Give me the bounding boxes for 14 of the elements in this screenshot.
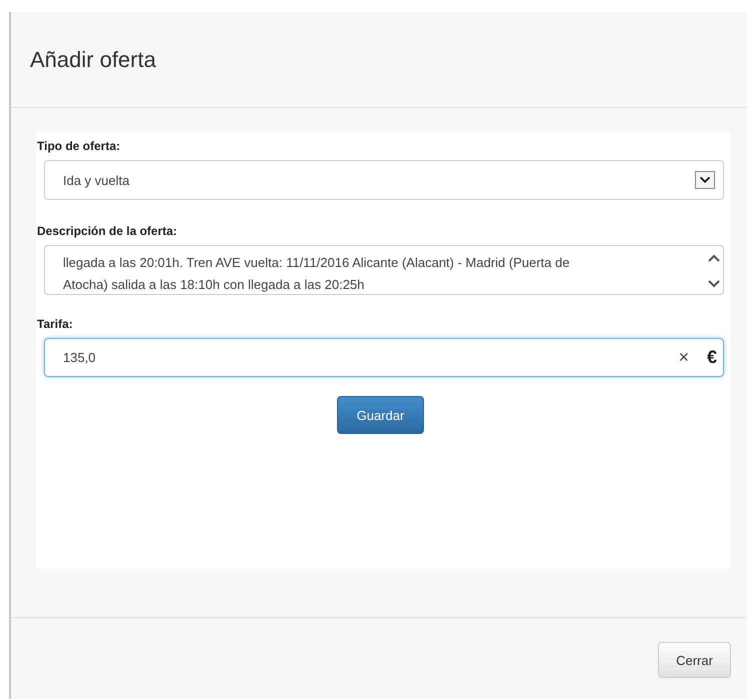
offer-type-select[interactable]: Ida y vuelta	[44, 160, 724, 200]
clear-button[interactable]: ×	[678, 347, 689, 368]
field-label: Tipo de oferta:	[37, 139, 122, 153]
field-label: Descripción de la oferta:	[37, 224, 178, 238]
description-field[interactable]: llegada a las 20:01h. Tren AVE vuelta: 11/11/2016 Alicante (Alacant) - Madrid (Puerta de Atocha) salida a las 18:10h con llegada a las 20:25h	[44, 245, 724, 295]
scroll-up-icon[interactable]	[707, 252, 721, 264]
save-button[interactable]: Guardar	[337, 396, 424, 434]
currency-symbol: €	[706, 347, 717, 368]
dialog-title: Añadir oferta	[30, 46, 156, 72]
field-label: Tarifa:	[37, 317, 74, 331]
fare-field[interactable]: 135,0 × €	[44, 338, 724, 377]
scroll-down-icon[interactable]	[707, 278, 721, 290]
close-button[interactable]: Cerrar	[658, 642, 731, 678]
chevron-down-icon	[695, 171, 715, 189]
